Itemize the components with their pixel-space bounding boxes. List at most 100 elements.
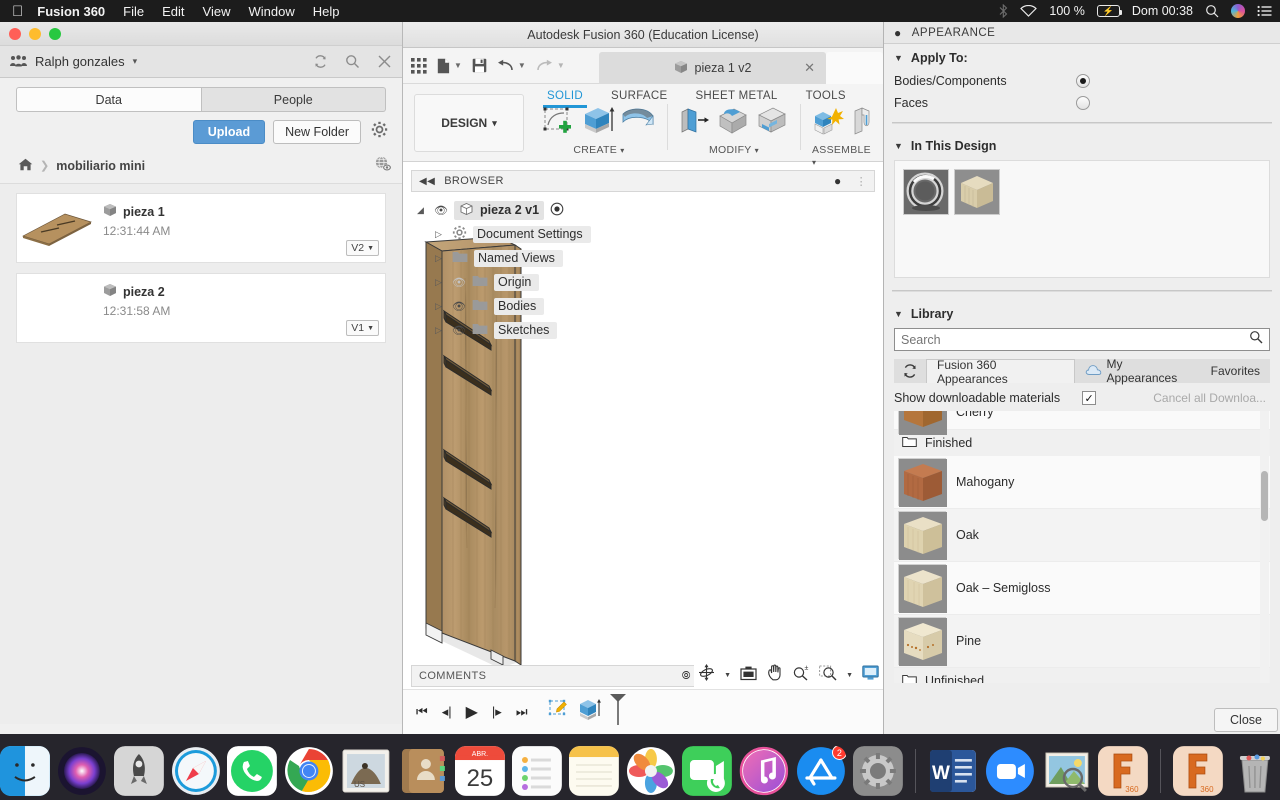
tab-people[interactable]: People	[201, 87, 386, 112]
dock-item-launchpad[interactable]	[113, 746, 164, 796]
list-item[interactable]: pieza 2 12:31:58 AM V1 ▼	[16, 273, 386, 343]
material-list-scroll-thumb[interactable]	[1261, 471, 1268, 521]
menubar-app-name[interactable]: Fusion 360	[37, 4, 105, 19]
wifi-icon[interactable]	[1020, 5, 1038, 17]
list-item[interactable]: pieza 1 12:31:44 AM V2 ▼	[16, 193, 386, 263]
fillet-icon[interactable]	[716, 105, 750, 142]
expand-triangle-icon[interactable]: ▷	[435, 277, 446, 288]
show-downloadable-checkbox[interactable]: ✓	[1082, 391, 1097, 405]
display-settings-icon[interactable]	[862, 665, 879, 686]
cancel-downloads-button[interactable]: Cancel all Downloa...	[1153, 391, 1266, 405]
library-search-box[interactable]	[894, 328, 1270, 351]
dock-item-fusion-360[interactable]: 360	[1098, 746, 1149, 796]
extrude-icon[interactable]	[581, 105, 615, 142]
menubar-item-edit[interactable]: Edit	[162, 4, 184, 19]
dock-item-photos[interactable]	[626, 746, 676, 796]
dock-item-trash[interactable]	[1230, 746, 1280, 796]
new-folder-button[interactable]: New Folder	[273, 120, 361, 144]
list-item[interactable]: Oak	[894, 509, 1270, 562]
dock-item-notes[interactable]	[568, 746, 619, 796]
search-input[interactable]	[901, 332, 1249, 347]
dock-item-zoom[interactable]	[985, 746, 1035, 796]
new-file-icon[interactable]	[437, 58, 450, 74]
tree-row-bodies[interactable]: ▷ 👁 Bodies	[417, 294, 883, 318]
collapse-left-icon[interactable]: ◀◀	[419, 176, 435, 187]
siri-icon[interactable]	[1231, 4, 1245, 18]
chevron-down-icon[interactable]: ▾	[620, 146, 624, 155]
pan-icon[interactable]	[766, 664, 783, 686]
redo-icon[interactable]	[536, 59, 553, 73]
breadcrumb-folder-label[interactable]: mobiliario mini	[56, 159, 145, 173]
globe-eye-icon[interactable]	[374, 156, 392, 175]
apply-to-option-bodies[interactable]: Bodies/Components	[884, 70, 1280, 92]
zoom-window-icon[interactable]	[819, 664, 837, 686]
tab-data[interactable]: Data	[16, 87, 202, 112]
radio-button-bodies[interactable]	[1076, 74, 1090, 88]
view-cube-home-icon[interactable]	[740, 665, 757, 686]
new-tab-button[interactable]	[826, 52, 883, 84]
chevron-down-icon[interactable]: ▼	[454, 61, 462, 70]
chevron-down-icon[interactable]: ▼	[846, 672, 853, 679]
list-item[interactable]: Cherry	[894, 411, 1270, 435]
dock-item-facetime[interactable]	[682, 746, 733, 796]
dock-item-system-preferences[interactable]	[852, 746, 903, 796]
dock-item-mail[interactable]: US	[341, 746, 391, 796]
list-item[interactable]: Oak – Semigloss	[894, 562, 1270, 615]
eye-icon[interactable]: 👁	[452, 324, 466, 337]
orbit-icon[interactable]	[698, 664, 715, 686]
version-dropdown[interactable]: V1 ▼	[346, 320, 379, 336]
panel-resize-handle[interactable]: ⋮	[856, 175, 867, 188]
press-pull-icon[interactable]	[679, 105, 711, 142]
tree-row-named-views[interactable]: ▷ Named Views	[417, 246, 883, 270]
menubar-item-window[interactable]: Window	[248, 4, 294, 19]
shell-icon[interactable]	[755, 105, 789, 142]
upload-button[interactable]: Upload	[192, 120, 266, 144]
library-tab-favorites[interactable]: Favorites	[1201, 359, 1270, 383]
new-sketch-icon[interactable]	[542, 105, 576, 142]
apple-logo-icon[interactable]: 	[12, 4, 23, 19]
chevron-down-icon[interactable]: ▾	[812, 158, 816, 167]
dock-item-whatsapp[interactable]	[227, 746, 278, 796]
dock-item-finder[interactable]	[0, 746, 50, 796]
material-list[interactable]: Cherry Finished Mahogany Oak Oak – Semig…	[894, 411, 1270, 683]
ribbon-tab-sheet-metal[interactable]: SHEET METAL	[681, 86, 791, 106]
revolve-icon[interactable]	[620, 105, 656, 142]
dock-item-itunes[interactable]	[739, 746, 789, 796]
version-dropdown[interactable]: V2 ▼	[346, 240, 379, 256]
search-icon[interactable]	[1205, 4, 1219, 18]
dock-item-siri[interactable]	[57, 746, 107, 796]
tree-row-sketches[interactable]: ▷ 👁 Sketches	[417, 318, 883, 342]
window-zoom-button[interactable]	[49, 27, 61, 40]
material-list-scrollbar[interactable]	[1260, 411, 1269, 683]
close-icon[interactable]	[376, 54, 392, 70]
minus-circle-icon[interactable]: ●	[894, 26, 902, 40]
new-component-icon[interactable]	[812, 105, 846, 142]
dock-item-calendar[interactable]: ABR. 25	[454, 746, 505, 796]
hub-name-label[interactable]: Ralph gonzales	[35, 54, 125, 69]
window-close-button[interactable]	[9, 27, 21, 40]
home-icon[interactable]	[18, 158, 33, 174]
list-item[interactable]: Pine	[894, 615, 1270, 668]
menubar-item-help[interactable]: Help	[313, 4, 340, 19]
refresh-icon[interactable]	[312, 54, 328, 70]
workspace-switcher[interactable]: DESIGN ▾	[414, 94, 524, 152]
dock-item-chrome[interactable]	[284, 746, 334, 796]
ribbon-tab-surface[interactable]: SURFACE	[597, 86, 681, 106]
comments-panel-header[interactable]: COMMENTS ⦾	[411, 665, 699, 687]
menubar-item-file[interactable]: File	[123, 4, 144, 19]
undo-icon[interactable]	[497, 59, 514, 73]
chevron-down-icon[interactable]: ▾	[755, 146, 759, 155]
expand-triangle-icon[interactable]: ▷	[435, 229, 446, 240]
radio-button-faces[interactable]	[1076, 96, 1090, 110]
tree-row-root[interactable]: ◢ 👁 pieza 2 v1	[417, 198, 883, 222]
expand-triangle-icon[interactable]: ▷	[435, 253, 446, 264]
eye-icon[interactable]: 👁	[434, 204, 448, 217]
document-tab[interactable]: pieza 1 v2 ✕	[599, 52, 826, 84]
eye-icon[interactable]: 👁	[452, 300, 466, 313]
dock-item-fusion-360-second[interactable]: 360	[1173, 746, 1224, 796]
expand-triangle-icon[interactable]: ▷	[435, 301, 446, 312]
expand-triangle-icon[interactable]: ▷	[435, 325, 446, 336]
close-icon[interactable]: ✕	[804, 60, 815, 76]
radio-target-icon[interactable]	[550, 202, 564, 219]
chevron-down-icon[interactable]: ▼	[518, 61, 526, 70]
